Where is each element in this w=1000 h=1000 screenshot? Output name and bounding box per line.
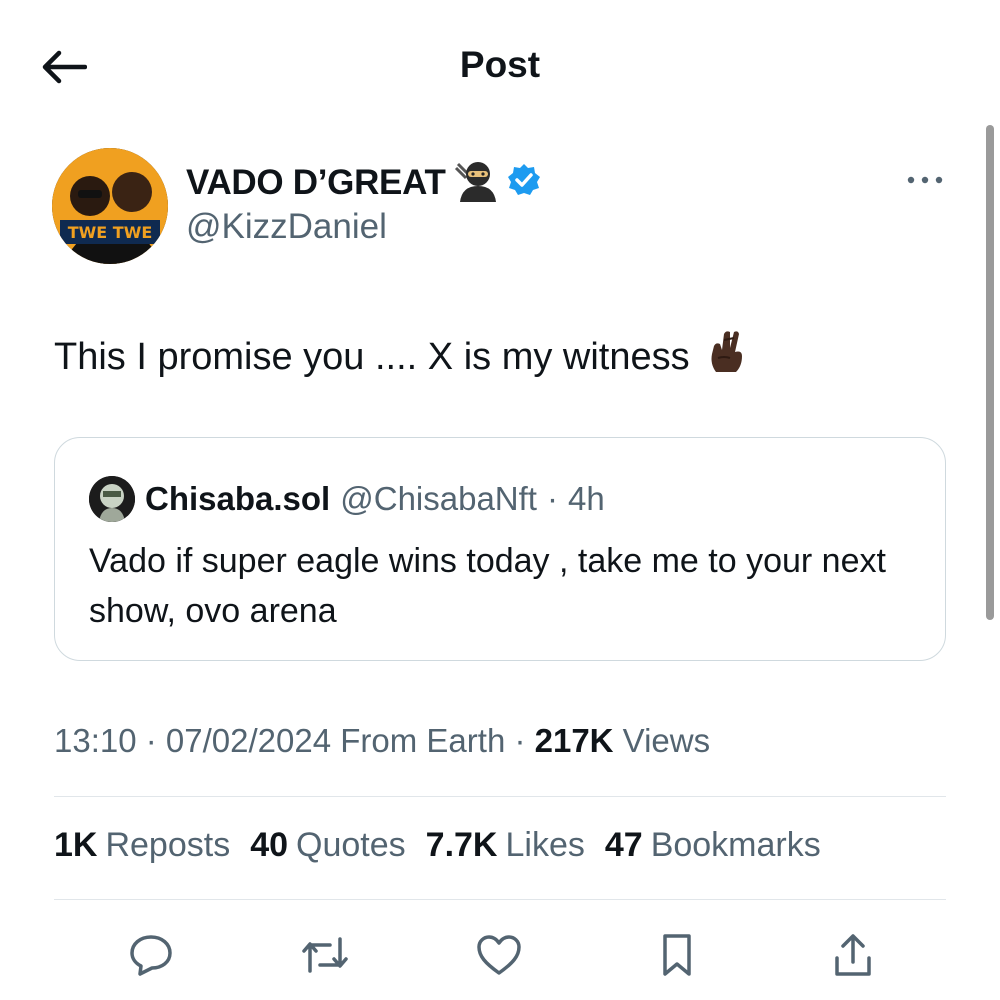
author-name-row: VADO D’GREAT <box>186 158 542 207</box>
avatar-text: TWE TWE <box>68 223 153 242</box>
bookmark-icon <box>663 934 691 976</box>
scrollbar[interactable] <box>986 125 994 620</box>
meta-separator: · <box>136 722 166 759</box>
quoted-author-name[interactable]: Chisaba.sol <box>145 480 330 518</box>
bookmark-button[interactable] <box>650 930 704 980</box>
reply-button[interactable] <box>124 930 178 980</box>
quoted-post-time: 4h <box>567 480 605 517</box>
crossed-fingers-emoji-icon <box>704 328 748 386</box>
ninja-emoji-icon <box>454 158 498 207</box>
like-button[interactable] <box>472 930 526 980</box>
likes-stat[interactable]: 7.7K Likes <box>426 826 585 865</box>
reposts-label: Reposts <box>105 826 231 864</box>
repost-icon <box>302 937 348 973</box>
post-text: This I promise you .... X is my witness <box>54 336 690 378</box>
reply-icon <box>130 935 172 976</box>
post-time: 13:10 <box>54 722 137 759</box>
bookmarks-stat[interactable]: 47 Bookmarks <box>605 826 821 865</box>
repost-button[interactable] <box>298 930 352 980</box>
post-source: From Earth <box>331 722 506 759</box>
author-name[interactable]: VADO D’GREAT <box>186 163 446 203</box>
post-meta: 13:10 · 07/02/2024 From Earth · 217K Vie… <box>54 722 710 760</box>
quotes-stat[interactable]: 40 Quotes <box>250 826 405 865</box>
page-title: Post <box>459 44 541 85</box>
likes-label: Likes <box>505 826 585 864</box>
meta-separator: · <box>505 722 535 759</box>
engagement-stats: 1K Reposts 40 Quotes 7.7K Likes 47 Bookmarks <box>54 826 821 865</box>
quoted-post-text: Vado if super eagle wins today , take me… <box>89 542 886 630</box>
more-button[interactable] <box>900 165 950 195</box>
reposts-count: 1K <box>54 826 98 864</box>
author-handle[interactable]: @KizzDaniel <box>186 207 387 247</box>
divider <box>54 899 946 900</box>
more-dots-icon <box>907 176 943 184</box>
share-button[interactable] <box>826 930 880 980</box>
likes-count: 7.7K <box>425 826 498 864</box>
author-avatar[interactable]: TWE TWE <box>52 148 168 264</box>
quotes-label: Quotes <box>296 826 406 864</box>
like-icon <box>477 935 521 975</box>
quoted-post-header: Chisaba.sol @ChisabaNft · 4h <box>89 476 605 522</box>
quoted-author-avatar[interactable] <box>89 476 135 522</box>
quoted-author-handle[interactable]: @ChisabaNft <box>340 480 537 518</box>
post-text-row: This I promise you .... X is my witness <box>54 328 748 386</box>
bookmarks-count: 47 <box>604 826 643 864</box>
share-icon <box>835 934 871 976</box>
post-page: Post TWE TWE VADO D’GREAT @KizzDaniel Th… <box>0 0 1000 1000</box>
verified-badge-icon <box>506 162 542 203</box>
post-date: 07/02/2024 <box>165 722 332 759</box>
bookmarks-label: Bookmarks <box>650 826 821 864</box>
reposts-stat[interactable]: 1K Reposts <box>54 826 230 865</box>
views-count: 217K <box>534 722 614 759</box>
divider <box>54 796 946 797</box>
quoted-separator: · <box>546 480 558 517</box>
quotes-count: 40 <box>250 826 289 864</box>
views-label: Views <box>613 722 711 759</box>
quoted-post-card[interactable]: Chisaba.sol @ChisabaNft · 4h Vado if sup… <box>54 437 946 661</box>
